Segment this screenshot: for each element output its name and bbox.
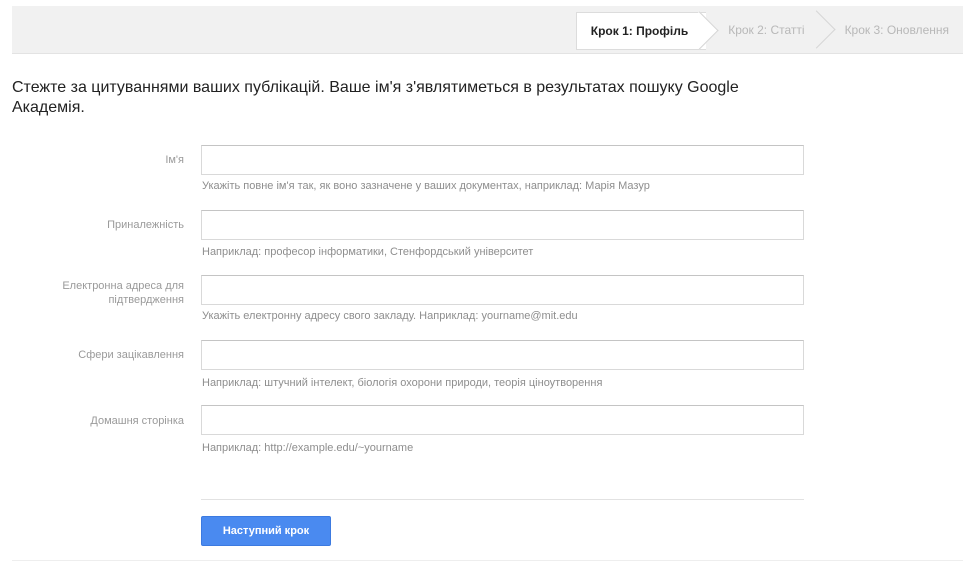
step-3-label: Крок 3: Оновлення: [844, 23, 949, 37]
email-hint: Укажіть електронну адресу свого закладу.…: [202, 310, 578, 322]
interests-hint: Наприклад: штучний інтелект, біологія ох…: [202, 377, 603, 389]
step-indicator: Крок 1: Профіль Крок 2: Статті Крок 3: О…: [575, 10, 963, 50]
interests-input[interactable]: [201, 340, 804, 370]
name-hint: Укажіть повне ім'я так, як воно зазначен…: [202, 180, 650, 192]
scholar-profile-setup-page: Крок 1: Профіль Крок 2: Статті Крок 3: О…: [0, 0, 963, 570]
form-row-homepage: Домашня сторінка Наприклад: http://examp…: [12, 405, 812, 455]
homepage-label: Домашня сторінка: [90, 415, 184, 427]
next-step-button[interactable]: Наступний крок: [201, 516, 331, 546]
form-divider: [201, 499, 804, 500]
step-3-updates: Крок 3: Оновлення: [823, 12, 963, 48]
step-1-profile: Крок 1: Профіль: [575, 11, 719, 50]
form-row-name: Ім'я Укажіть повне ім'я так, як воно заз…: [12, 145, 812, 195]
step-1-label: Крок 1: Профіль: [590, 24, 689, 38]
affiliation-input[interactable]: [201, 210, 804, 240]
step-2-articles: Крок 2: Статті: [706, 10, 836, 49]
top-bar: Крок 1: Профіль Крок 2: Статті Крок 3: О…: [12, 6, 963, 54]
intro-text: Стежте за цитуваннями ваших публікацій. …: [12, 79, 739, 116]
bottom-border: [12, 560, 963, 561]
email-input[interactable]: [201, 275, 804, 305]
name-label: Ім'я: [165, 154, 184, 166]
affiliation-hint: Наприклад: професор інформатики, Стенфор…: [202, 246, 534, 258]
form-row-affiliation: Приналежність Наприклад: професор інформ…: [12, 210, 812, 260]
name-input[interactable]: [201, 145, 804, 175]
interests-label: Сфери зацікавлення: [78, 349, 184, 361]
homepage-hint: Наприклад: http://example.edu/~yourname: [202, 442, 414, 454]
step-2-label: Крок 2: Статті: [728, 23, 805, 37]
form-row-interests: Сфери зацікавлення Наприклад: штучний ін…: [12, 340, 812, 390]
email-label: Електронна адреса для підтвердження: [62, 280, 184, 306]
form-row-email: Електронна адреса для підтвердження Укаж…: [12, 275, 812, 325]
homepage-input[interactable]: [201, 405, 804, 435]
affiliation-label: Приналежність: [107, 219, 184, 231]
